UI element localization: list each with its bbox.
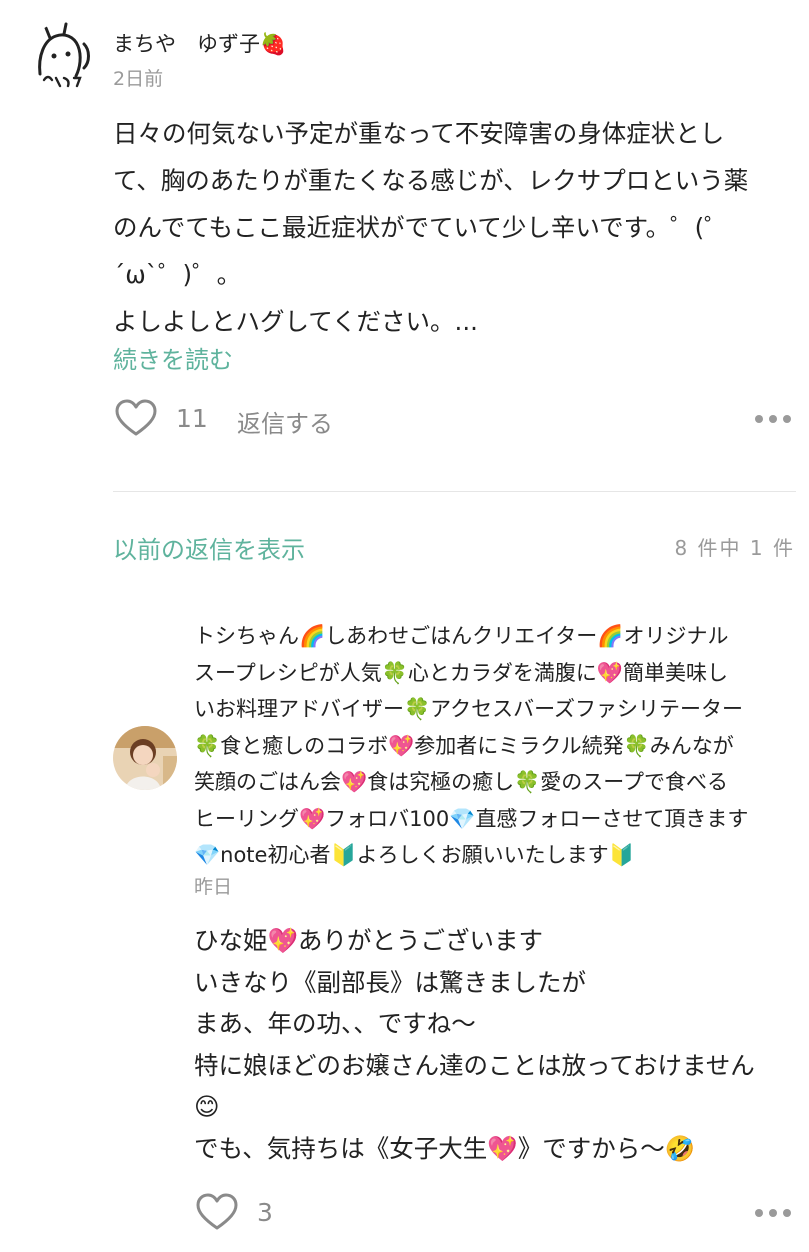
show-previous-replies-link[interactable]: 以前の返信を表示 — [113, 530, 305, 565]
comment-body: 日々の何気ない予定が重なって不安障害の身体症状とし て、胸のあたりが重たくなる感… — [113, 110, 803, 345]
comment-line: よしよしとハグしてください。... — [113, 307, 478, 336]
author-name: まちや ゆず子 — [113, 32, 260, 56]
divider — [113, 491, 796, 492]
like-count: 3 — [257, 1198, 273, 1227]
comment-line: 日々の何気ない予定が重なって不安障害の身体症状とし — [113, 119, 725, 148]
comment-date: 2日前 — [113, 68, 164, 90]
reply-line: まあ、年の功、、ですね〜 — [194, 1009, 476, 1038]
reply-line: ひな姫💖ありがとうございます — [194, 926, 544, 955]
reply-date: 昨日 — [194, 876, 233, 898]
author-line: スープレシピが人気🍀心とカラダを満腹に💖簡単美味し — [194, 660, 729, 685]
comment-line: のんでてもここ最近症状がでていて少し辛いです。゜(゜ — [113, 213, 729, 242]
reply-line: いきなり《副部長》は驚きましたが — [194, 967, 586, 997]
author-avatar[interactable] — [30, 22, 96, 92]
reply-line: 😊 — [194, 1092, 220, 1121]
author-line: 🍀食と癒しのコラボ💖参加者にミラクル続発🍀みんなが — [194, 733, 734, 758]
yuzuko-logo-icon — [30, 22, 96, 92]
comment-line: て、胸のあたりが重たくなる感じが、レクサプロという薬 — [113, 166, 749, 195]
heart-outline-icon[interactable] — [115, 399, 157, 437]
author-line: トシちゃん🌈しあわせごはんクリエイター🌈オリジナル — [194, 624, 729, 648]
like-count: 11 — [176, 404, 208, 433]
more-options-icon[interactable] — [755, 1207, 795, 1219]
reply-line: 特に娘ほどのお嬢さん達のことは放っておけません — [194, 1050, 755, 1080]
author-line: 💎note初心者🔰よろしくお願いいたします🔰 — [194, 843, 635, 867]
strawberry-icon: 🍓 — [260, 32, 287, 56]
comment-line: ´ω`゜)゜。 — [113, 260, 242, 289]
reply-author-avatar[interactable] — [113, 726, 177, 790]
comment-author[interactable]: まちや ゆず子🍓 — [113, 28, 286, 58]
reply-body: ひな姫💖ありがとうございます いきなり《副部長》は驚きましたが まあ、年の功、、… — [194, 920, 804, 1169]
author-line: 笑顔のごはん会💖食は究極の癒し🍀愛のスープで食べる — [194, 770, 729, 794]
heart-outline-icon[interactable] — [196, 1193, 238, 1231]
author-line: ヒーリング💖フォロバ100💎直感フォローさせて頂きます — [194, 806, 749, 831]
reply-author[interactable]: トシちゃん🌈しあわせごはんクリエイター🌈オリジナル スープレシピが人気🍀心とカラ… — [194, 618, 804, 874]
read-more-link[interactable]: 続きを読む — [113, 340, 233, 375]
reply-count-label: 8 件中 1 件 — [674, 536, 795, 560]
reply-line: でも、気持ちは《女子大生💖》ですから〜🤣 — [194, 1133, 696, 1163]
reply-button[interactable]: 返信する — [237, 404, 333, 439]
more-options-icon[interactable] — [755, 413, 795, 425]
author-line: いお料理アドバイザー🍀アクセスバーズファシリテーター — [194, 697, 744, 721]
avatar-photo-icon — [113, 726, 177, 790]
